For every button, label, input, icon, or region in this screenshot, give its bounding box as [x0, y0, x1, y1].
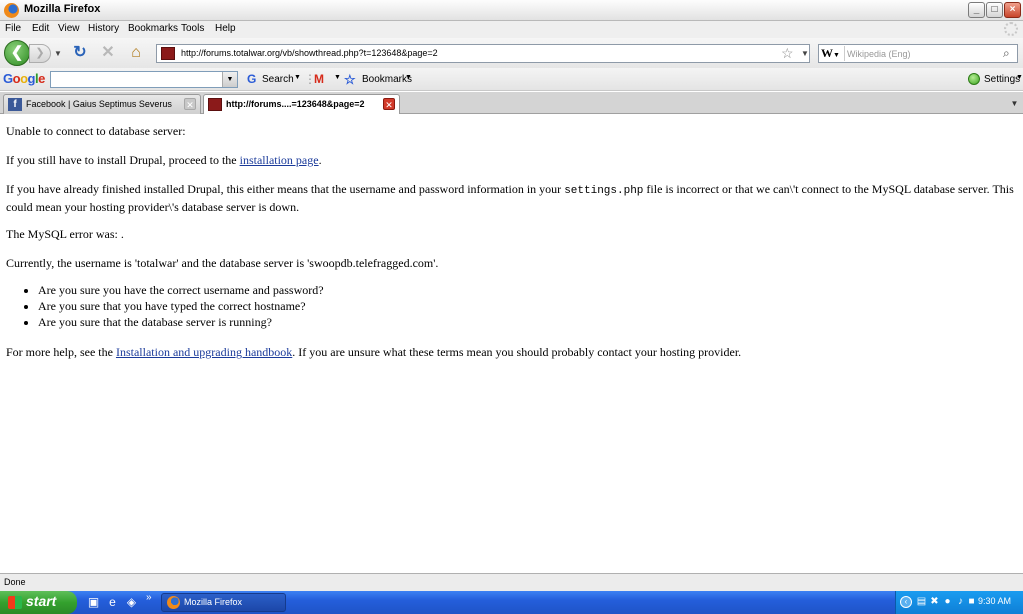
check-list: Are you sure you have the correct userna…: [26, 282, 324, 330]
url-dropdown-icon[interactable]: ▼: [801, 49, 809, 58]
reload-icon[interactable]: ↻: [71, 44, 89, 62]
arrow-left-icon: ❮: [10, 44, 24, 61]
menu-tools[interactable]: Tools: [181, 23, 204, 34]
firefox-icon: [4, 3, 19, 18]
show-desktop-icon[interactable]: ▣: [86, 595, 101, 610]
google-search-button[interactable]: Search: [262, 74, 294, 85]
list-item: Are you sure that the database server is…: [38, 314, 324, 330]
url-text[interactable]: http://forums.totalwar.org/vb/showthread…: [181, 48, 438, 58]
settings-paragraph: If you have already finished installed D…: [6, 182, 1014, 214]
site-favicon: [161, 47, 175, 60]
search-dropdown-icon[interactable]: ▼: [294, 74, 301, 81]
stop-icon[interactable]: ✕: [99, 44, 117, 62]
mysql-error-text: The MySQL error was: .: [6, 227, 124, 241]
bookmarks-dropdown-icon[interactable]: ▼: [405, 74, 412, 81]
firefox-icon: [167, 596, 180, 609]
site-favicon: [208, 98, 222, 111]
quick-launch-icon[interactable]: ◈: [124, 595, 139, 610]
bookmark-star-icon[interactable]: ☆: [781, 45, 794, 62]
status-bar: Done: [0, 573, 1023, 591]
app-tray-icon[interactable]: ■: [966, 596, 977, 608]
home-icon[interactable]: ⌂: [127, 44, 145, 62]
search-engine-selector[interactable]: W▼: [821, 46, 845, 61]
status-text: Done: [4, 577, 26, 587]
chevron-down-icon[interactable]: ▼: [222, 72, 237, 87]
facebook-icon: f: [8, 98, 22, 111]
search-bar[interactable]: W▼ Wikipedia (Eng) ⌕: [818, 44, 1018, 63]
forward-button[interactable]: ❯: [29, 44, 51, 63]
page-content: Unable to connect to database server: If…: [0, 115, 1023, 573]
menu-view[interactable]: View: [58, 23, 80, 34]
menu-bar: File Edit View History Bookmarks Tools H…: [0, 21, 1023, 38]
title-bar: Mozilla Firefox _ □ ×: [0, 0, 1023, 21]
gmail-dropdown-icon[interactable]: ▼: [334, 74, 341, 81]
windows-logo-icon: [8, 596, 22, 609]
search-input[interactable]: Wikipedia (Eng): [847, 49, 911, 59]
maximize-button[interactable]: □: [986, 2, 1003, 18]
tab-strip: f Facebook | Gaius Septimus Severus ✕ ht…: [0, 92, 1023, 114]
settings-filename: settings.php: [564, 185, 644, 197]
bookmarks-star-icon: ☆: [344, 72, 356, 87]
minimize-button[interactable]: _: [968, 2, 985, 18]
volume-icon[interactable]: ♪: [955, 596, 966, 608]
system-tray: ‹ ▤ ✖ ● ♪ ■ 9:30 AM: [895, 591, 1023, 614]
network-icon[interactable]: ▤: [916, 596, 927, 608]
arrow-right-icon: ❯: [35, 47, 45, 59]
engine-dropdown-icon: ▼: [833, 51, 840, 59]
menu-bookmarks[interactable]: Bookmarks: [128, 23, 178, 34]
window-title: Mozilla Firefox: [24, 3, 101, 15]
throbber-icon: [1004, 22, 1018, 36]
help-paragraph: For more help, see the Installation and …: [6, 345, 742, 359]
google-settings-button[interactable]: Settings: [984, 74, 1020, 85]
menu-edit[interactable]: Edit: [32, 23, 49, 34]
tab-label: http://forums....=123648&page=2: [226, 99, 365, 109]
history-dropdown-icon[interactable]: ▼: [54, 49, 62, 58]
menu-history[interactable]: History: [88, 23, 119, 34]
handbook-link[interactable]: Installation and upgrading handbook: [116, 345, 292, 359]
search-icon[interactable]: ⌕: [1003, 46, 1010, 61]
navigation-bar: ❮ ❯ ▼ ↻ ✕ ⌂ http://forums.totalwar.org/v…: [0, 38, 1023, 68]
google-logo[interactable]: Google: [3, 71, 45, 86]
settings-status-icon: [968, 73, 980, 85]
list-item: Are you sure that you have typed the cor…: [38, 298, 324, 314]
quick-launch-more-icon[interactable]: »: [146, 592, 152, 603]
tab-facebook[interactable]: f Facebook | Gaius Septimus Severus ✕: [3, 94, 201, 114]
installation-page-link[interactable]: installation page: [240, 153, 319, 167]
url-bar[interactable]: http://forums.totalwar.org/vb/showthread…: [156, 44, 810, 63]
google-toolbar: Google ▼ G Search ▼ ⋮ M ▼ ☆ Bookmarks ▼ …: [0, 68, 1023, 91]
menu-help[interactable]: Help: [215, 23, 236, 34]
update-icon[interactable]: ●: [942, 596, 953, 608]
tab-list-dropdown-icon[interactable]: ▼: [1008, 95, 1021, 112]
taskbar-item-firefox[interactable]: Mozilla Firefox: [161, 593, 286, 612]
close-button[interactable]: ×: [1004, 2, 1021, 18]
settings-dropdown-icon[interactable]: ▼: [1016, 74, 1023, 81]
google-search-input[interactable]: ▼: [50, 71, 238, 88]
gmail-icon[interactable]: M: [314, 72, 324, 86]
close-tab-icon[interactable]: ✕: [383, 98, 395, 110]
tray-expand-icon[interactable]: ‹: [900, 596, 912, 608]
back-button[interactable]: ❮: [4, 40, 30, 66]
start-button[interactable]: start: [0, 591, 77, 614]
security-icon[interactable]: ✖: [929, 596, 940, 608]
close-tab-icon[interactable]: ✕: [184, 98, 196, 110]
error-heading: Unable to connect to database server:: [6, 124, 186, 138]
menu-file[interactable]: File: [5, 23, 21, 34]
taskbar: start ▣ e ◈ » Mozilla Firefox ‹ ▤ ✖ ● ♪ …: [0, 591, 1023, 614]
google-g-icon: G: [247, 72, 257, 86]
current-credentials-text: Currently, the username is 'totalwar' an…: [6, 256, 439, 270]
internet-explorer-icon[interactable]: e: [105, 595, 120, 610]
list-item: Are you sure you have the correct userna…: [38, 282, 324, 298]
install-paragraph: If you still have to install Drupal, pro…: [6, 153, 322, 167]
wikipedia-icon: W: [821, 46, 833, 60]
tab-label: Facebook | Gaius Septimus Severus: [26, 99, 172, 109]
tab-forums[interactable]: http://forums....=123648&page=2 ✕: [203, 94, 400, 114]
clock: 9:30 AM: [978, 596, 1012, 606]
